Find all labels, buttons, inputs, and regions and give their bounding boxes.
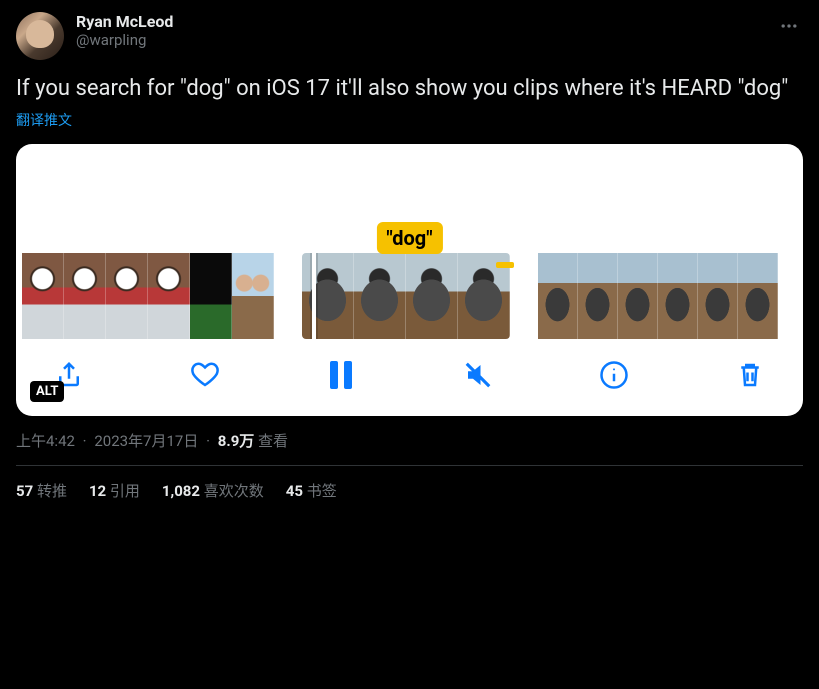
mute-icon[interactable]	[461, 358, 495, 392]
clip-group-3[interactable]	[538, 253, 778, 339]
timeline-marker	[496, 262, 514, 268]
bookmarks-label: 书签	[303, 482, 337, 500]
video-frame	[354, 253, 406, 339]
user-handle: @warpling	[76, 31, 763, 49]
video-frame	[302, 253, 354, 339]
meta-separator: ·	[83, 432, 87, 450]
likes-stat[interactable]: 1,082 喜欢次数	[162, 480, 264, 501]
trash-icon[interactable]	[733, 358, 767, 392]
bookmarks-stat[interactable]: 45 书签	[286, 480, 337, 501]
video-frame	[148, 253, 190, 339]
tweet-date: 2023年7月17日	[94, 432, 198, 450]
tweet-time: 上午4:42	[16, 432, 75, 450]
heart-icon[interactable]	[188, 358, 222, 392]
clip-group-2[interactable]	[302, 253, 510, 339]
retweets-label: 转推	[33, 482, 67, 500]
video-frame	[190, 253, 232, 339]
video-frame	[738, 253, 778, 339]
tweet-header: Ryan McLeod @warpling	[16, 12, 803, 60]
search-term-badge: "dog"	[376, 222, 442, 254]
video-frame	[658, 253, 698, 339]
video-frame	[538, 253, 578, 339]
user-names[interactable]: Ryan McLeod @warpling	[76, 12, 763, 49]
video-frame	[106, 253, 148, 339]
video-frame	[406, 253, 458, 339]
media-attachment[interactable]: "dog"	[16, 144, 803, 416]
video-frame	[232, 253, 274, 339]
avatar[interactable]	[16, 12, 64, 60]
video-frame	[578, 253, 618, 339]
pause-icon[interactable]	[324, 358, 358, 392]
stats-row: 57 转推 12 引用 1,082 喜欢次数 45 书签	[16, 466, 803, 515]
likes-label: 喜欢次数	[200, 482, 264, 500]
bookmarks-count: 45	[286, 482, 303, 500]
media-toolbar	[16, 340, 803, 416]
quotes-stat[interactable]: 12 引用	[89, 480, 140, 501]
meta-separator: ·	[206, 432, 210, 450]
quotes-label: 引用	[106, 482, 140, 500]
tweet-container: Ryan McLeod @warpling If you search for …	[0, 0, 819, 515]
views-label: 查看	[254, 432, 288, 450]
tweet-text: If you search for "dog" on iOS 17 it'll …	[16, 74, 803, 104]
more-options-icon[interactable]	[775, 12, 803, 40]
display-name: Ryan McLeod	[76, 12, 763, 31]
info-icon[interactable]	[597, 358, 631, 392]
playhead[interactable]	[312, 253, 316, 339]
media-whitespace	[16, 144, 803, 222]
video-frame	[618, 253, 658, 339]
video-frame	[698, 253, 738, 339]
views-count: 8.9万	[218, 432, 255, 450]
clip-group-1[interactable]	[22, 253, 274, 339]
quotes-count: 12	[89, 482, 106, 500]
alt-badge[interactable]: ALT	[30, 381, 64, 402]
retweets-count: 57	[16, 482, 33, 500]
translate-link[interactable]: 翻译推文	[16, 110, 803, 130]
likes-count: 1,082	[162, 482, 200, 500]
retweets-stat[interactable]: 57 转推	[16, 480, 67, 501]
video-frame	[64, 253, 106, 339]
video-frame	[22, 253, 64, 339]
tweet-meta[interactable]: 上午4:42 · 2023年7月17日 · 8.9万 查看	[16, 430, 803, 451]
